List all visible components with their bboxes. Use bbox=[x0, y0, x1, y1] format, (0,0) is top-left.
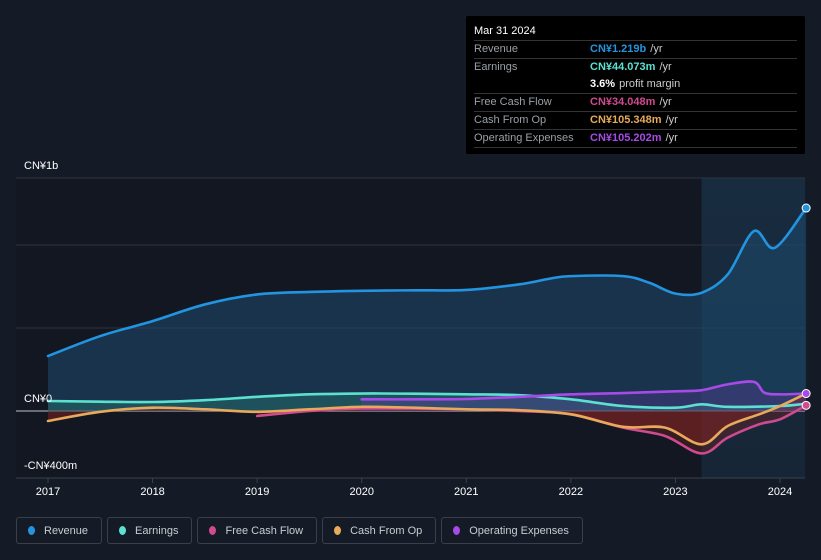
tooltip-unit: /yr bbox=[659, 61, 672, 73]
x-tick-label: 2022 bbox=[559, 486, 583, 498]
legend-label: Revenue bbox=[44, 524, 89, 537]
x-tick-label: 2019 bbox=[245, 486, 269, 498]
x-tick-label: 2024 bbox=[768, 486, 792, 498]
legend-item-revenue[interactable]: Revenue bbox=[16, 517, 103, 544]
x-tick-label: 2020 bbox=[349, 486, 373, 498]
tooltip-label: Operating Expenses bbox=[474, 132, 574, 144]
tooltip-unit: profit margin bbox=[619, 78, 681, 90]
tooltip-row: Earnings CN¥44.073m/yr bbox=[474, 59, 797, 76]
end-point-free-cash-flow bbox=[801, 400, 811, 410]
tooltip-date: Mar 31 2024 bbox=[474, 24, 797, 41]
y-tick-label: -CN¥400m bbox=[24, 460, 78, 472]
x-tick-label: 2017 bbox=[36, 486, 60, 498]
tooltip-row: Cash From Op CN¥105.348m/yr bbox=[474, 112, 797, 130]
y-tick-label: CN¥1b bbox=[24, 160, 59, 172]
legend-dot-icon bbox=[209, 526, 217, 535]
end-point-operating-expenses bbox=[801, 389, 811, 399]
x-tick-label: 2021 bbox=[454, 486, 478, 498]
legend-label: Free Cash Flow bbox=[225, 524, 304, 537]
x-tick-label: 2023 bbox=[663, 486, 687, 498]
tooltip-value: 3.6% bbox=[590, 78, 616, 90]
legend-item-cash-from-op[interactable]: Cash From Op bbox=[322, 517, 437, 544]
legend-dot-icon bbox=[28, 526, 35, 535]
legend-item-free-cash-flow[interactable]: Free Cash Flow bbox=[197, 517, 318, 544]
end-point-revenue bbox=[801, 203, 811, 213]
tooltip-row: Free Cash Flow CN¥34.048m/yr bbox=[474, 94, 797, 112]
legend-label: Operating Expenses bbox=[469, 524, 569, 537]
y-tick-label: CN¥0 bbox=[24, 393, 53, 405]
legend-label: Cash From Op bbox=[350, 524, 423, 537]
tooltip-row: Operating Expenses CN¥105.202m/yr bbox=[474, 130, 797, 148]
legend-item-earnings[interactable]: Earnings bbox=[107, 517, 193, 544]
legend-dot-icon bbox=[334, 526, 342, 535]
tooltip-value: CN¥1.219b bbox=[590, 43, 647, 55]
tooltip-unit: /yr bbox=[650, 43, 663, 55]
tooltip-unit: /yr bbox=[659, 96, 672, 108]
tooltip: Mar 31 2024 Revenue CN¥1.219b/yr Earnings C… bbox=[466, 16, 805, 154]
tooltip-label: Revenue bbox=[474, 43, 519, 55]
tooltip-unit: /yr bbox=[665, 132, 678, 144]
tooltip-value: CN¥105.348m bbox=[590, 114, 662, 126]
tooltip-label bbox=[474, 76, 590, 93]
legend-label: Earnings bbox=[135, 524, 179, 537]
tooltip-value: CN¥105.202m bbox=[590, 132, 662, 144]
tooltip-value: CN¥44.073m bbox=[590, 61, 656, 73]
legend-dot-icon bbox=[453, 526, 461, 535]
tooltip-label: Cash From Op bbox=[474, 114, 547, 126]
x-tick-label: 2018 bbox=[140, 486, 164, 498]
tooltip-row: Revenue CN¥1.219b/yr bbox=[474, 41, 797, 59]
tooltip-label: Earnings bbox=[474, 61, 518, 73]
legend-item-operating-expenses[interactable]: Operating Expenses bbox=[441, 517, 583, 544]
tooltip-label: Free Cash Flow bbox=[474, 96, 552, 108]
tooltip-unit: /yr bbox=[665, 114, 678, 126]
legend: Revenue Earnings Free Cash Flow Cash From O… bbox=[16, 517, 583, 544]
tooltip-row: 3.6% profit margin bbox=[474, 76, 797, 94]
tooltip-value: CN¥34.048m bbox=[590, 96, 656, 108]
legend-dot-icon bbox=[119, 526, 127, 535]
